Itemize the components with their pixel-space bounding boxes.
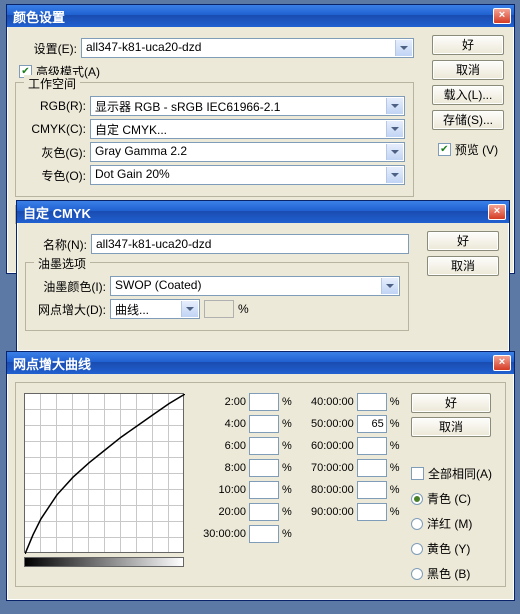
window-title: 自定 CMYK [23,203,91,222]
pt-label: 6:00 [194,440,246,452]
cmyk-select[interactable]: 自定 CMYK... [90,119,405,139]
custom-cmyk-dialog: 自定 CMYK × 名称(N): 油墨选项 油墨颜色(I): SWOP (Coa… [16,200,510,352]
close-icon[interactable]: × [488,204,506,220]
titlebar[interactable]: 颜色设置 × [7,5,514,27]
pt-label: 2:00 [194,396,246,408]
settings-select[interactable]: all347-k81-uca20-dzd [81,38,414,58]
pt-label: 60:00:00 [302,440,354,452]
ok-button[interactable]: 好 [427,231,499,251]
pt-label: 80:00:00 [302,484,354,496]
pt-label: 20:00 [194,506,246,518]
gray-select[interactable]: Gray Gamma 2.2 [90,142,405,162]
black-radio[interactable] [411,568,423,580]
percent-sign: % [238,302,249,316]
pt-input[interactable] [357,415,387,433]
pt-label: 50:00:00 [302,418,354,430]
pt-input[interactable] [357,503,387,521]
pt-label: 30:00:00 [194,528,246,540]
preview-label: 预览 (V) [455,141,498,158]
ink-options-group: 油墨选项 油墨颜色(I): SWOP (Coated) 网点增大(D): 曲线.… [25,262,409,331]
curve-group: 2:00% 4:00% 6:00% 8:00% 10:00% 20:00% 30… [15,382,506,587]
magenta-radio[interactable] [411,518,423,530]
ok-button[interactable]: 好 [411,393,491,413]
workspace-title: 工作空间 [24,75,80,92]
titlebar[interactable]: 自定 CMYK × [17,201,509,223]
dotgain-value-box [204,300,234,318]
pt-input[interactable] [249,415,279,433]
window-title: 颜色设置 [13,7,65,26]
pt-label: 8:00 [194,462,246,474]
cancel-button[interactable]: 取消 [427,256,499,276]
pt-input[interactable] [249,503,279,521]
curve-graph[interactable] [24,393,184,553]
pt-label: 10:00 [194,484,246,496]
ok-button[interactable]: 好 [432,35,504,55]
pt-label: 40:00:00 [302,396,354,408]
pt-label: 70:00:00 [302,462,354,474]
rgb-select[interactable]: 显示器 RGB - sRGB IEC61966-2.1 [90,96,405,116]
pt-input[interactable] [249,459,279,477]
window-title: 网点增大曲线 [13,354,91,373]
black-label: 黑色 (B) [427,565,470,582]
left-points: 2:00% 4:00% 6:00% 8:00% 10:00% 20:00% 30… [194,393,292,543]
spot-select[interactable]: Dot Gain 20% [90,165,405,185]
titlebar[interactable]: 网点增大曲线 × [7,352,514,374]
dotgain-curve-dialog: 网点增大曲线 × 2:00% 4:00% 6:00% [6,351,515,601]
yellow-label: 黄色 (Y) [427,540,470,557]
cmyk-label: CMYK(C): [24,122,86,136]
cancel-button[interactable]: 取消 [432,60,504,80]
preview-checkbox[interactable]: ✔ [438,143,451,156]
dotgain-label: 网点增大(D): [34,301,106,318]
pt-input[interactable] [357,393,387,411]
load-button[interactable]: 载入(L)... [432,85,504,105]
right-points: 40:00:00% 50:00:00% 60:00:00% 70:00:00% … [302,393,400,521]
pt-input[interactable] [357,481,387,499]
cyan-label: 青色 (C) [427,490,471,507]
all-same-label: 全部相同(A) [428,465,492,482]
ink-color-select[interactable]: SWOP (Coated) [110,276,400,296]
rgb-label: RGB(R): [24,99,86,113]
pt-input[interactable] [357,459,387,477]
pt-label: 4:00 [194,418,246,430]
pt-input[interactable] [249,437,279,455]
name-label: 名称(N): [25,236,87,253]
close-icon[interactable]: × [493,355,511,371]
name-input[interactable] [91,234,409,254]
pt-input[interactable] [249,525,279,543]
cancel-button[interactable]: 取消 [411,417,491,437]
pt-label: 90:00:00 [302,506,354,518]
save-button[interactable]: 存储(S)... [432,110,504,130]
dotgain-select[interactable]: 曲线... [110,299,200,319]
all-same-checkbox[interactable] [411,467,424,480]
pt-input[interactable] [357,437,387,455]
yellow-radio[interactable] [411,543,423,555]
spot-label: 专色(O): [24,167,86,184]
ink-color-label: 油墨颜色(I): [34,278,106,295]
workspace-group: 工作空间 RGB(R): 显示器 RGB - sRGB IEC61966-2.1… [15,82,414,197]
pt-input[interactable] [249,393,279,411]
settings-label: 设置(E): [15,40,77,57]
pt-input[interactable] [249,481,279,499]
gray-label: 灰色(G): [24,144,86,161]
ink-options-title: 油墨选项 [34,255,90,272]
close-icon[interactable]: × [493,8,511,24]
magenta-label: 洋红 (M) [427,515,472,532]
gradient-bar [24,557,184,567]
cyan-radio[interactable] [411,493,423,505]
